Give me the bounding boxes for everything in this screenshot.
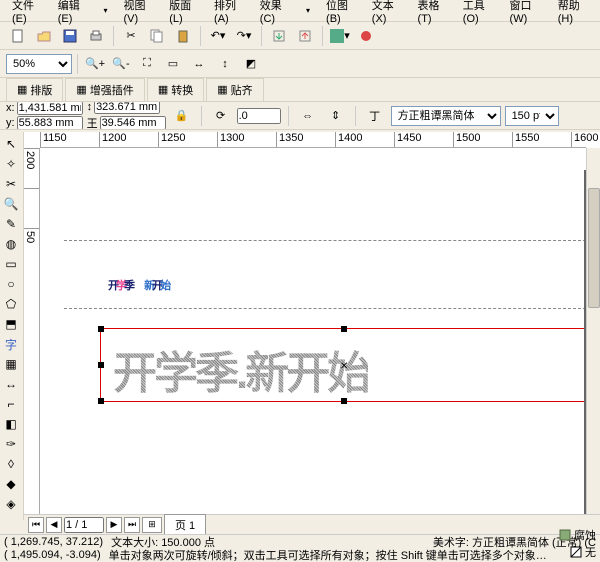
mirror-v-icon[interactable]: ⇕ — [324, 104, 348, 128]
polygon-tool-icon[interactable]: ⬠ — [0, 294, 22, 314]
zoom-in-icon[interactable]: 🔍+ — [83, 52, 107, 76]
outline-tool-icon[interactable]: ◊ — [0, 454, 22, 474]
basic-shapes-icon[interactable]: ⬒ — [0, 314, 22, 334]
zoom-toolbar: 50% 🔍+ 🔍- ⛶ ▭ ↔ ↕ ◩ — [0, 50, 600, 78]
add-page-button[interactable]: ⊞ — [142, 517, 162, 533]
pick-tool-icon[interactable]: ↖ — [0, 134, 22, 154]
zoom-height-icon[interactable]: ↕ — [213, 52, 237, 76]
property-bar: x: y: ↕ 王 🔒 ⟳ ⇔ ⇕ 丁 方正粗谭黑简体 150 pt — [0, 102, 600, 130]
rotate-input[interactable] — [237, 108, 281, 124]
menu-item[interactable]: 表格(T) — [412, 0, 453, 27]
docker-tab[interactable]: ▦转换 — [147, 78, 204, 102]
fill-tool-icon[interactable]: ◆ — [0, 474, 22, 494]
zoom-fit-icon[interactable]: ⛶ — [135, 52, 159, 76]
page-tab[interactable]: 页 1 — [164, 514, 206, 536]
mirror-h-icon[interactable]: ⇔ — [296, 104, 320, 128]
print-icon[interactable] — [84, 24, 108, 48]
text-size-info: 文本大小: 150.000 点 — [111, 536, 215, 549]
freehand-tool-icon[interactable]: ✎ — [0, 214, 22, 234]
zoom-select[interactable]: 50% — [6, 54, 72, 74]
welcome-icon[interactable] — [354, 24, 378, 48]
docker-tab[interactable]: ▦贴齐 — [206, 78, 263, 102]
paste-icon[interactable] — [171, 24, 195, 48]
text-tool-icon: 丁 — [363, 104, 387, 128]
position-controls: x: y: — [6, 102, 83, 130]
menu-bar: 文件(E)编辑(E)▾视图(V)版面(L)排列(A)效果(C)▾位图(B)文本(… — [0, 0, 600, 22]
crop-tool-icon[interactable]: ✂ — [0, 174, 22, 194]
width-input[interactable] — [94, 102, 160, 114]
outline-swatch-label[interactable]: 无 — [585, 544, 596, 560]
zoom-width-icon[interactable]: ↔ — [187, 52, 211, 76]
selection-center-icon: ✕ — [340, 361, 348, 372]
zoom-tool-icon[interactable]: 🔍 — [0, 194, 22, 214]
new-icon[interactable] — [6, 24, 30, 48]
page[interactable]: 开学季 新开始 开学季.新开始 ✕ — [64, 148, 586, 520]
cursor-pos-2: ( 1,495.094, -3.094) — [4, 549, 101, 561]
interactive-tool-icon[interactable]: ◧ — [0, 414, 22, 434]
zoom-page-icon[interactable]: ▭ — [161, 52, 185, 76]
cursor-pos: ( 1,269.745, 37.212) — [4, 536, 103, 548]
app-launcher-icon[interactable]: ▾ — [328, 24, 352, 48]
menu-item[interactable]: 窗口(W) — [504, 0, 548, 27]
ruler-horizontal: 1150120012501300135014001450150015501600 — [40, 132, 586, 148]
page-number-input[interactable] — [64, 517, 104, 533]
first-page-button[interactable]: ⏮ — [28, 517, 44, 533]
guideline[interactable] — [64, 240, 586, 241]
undo-icon[interactable]: ↶▾ — [206, 24, 230, 48]
import-icon[interactable] — [267, 24, 291, 48]
pos-x-input[interactable] — [17, 102, 83, 115]
zoom-selected-icon[interactable]: ◩ — [239, 52, 263, 76]
toolbox: ↖ ✧ ✂ 🔍 ✎ ◍ ▭ ○ ⬠ ⬒ 字 ▦ ↔ ⌐ ◧ ✑ ◊ ◆ ◈ — [0, 132, 24, 520]
selection-box[interactable]: 开学季.新开始 ✕ — [100, 328, 588, 402]
table-tool-icon[interactable]: ▦ — [0, 354, 22, 374]
dimension-tool-icon[interactable]: ↔ — [0, 374, 22, 394]
smart-fill-icon[interactable]: ◍ — [0, 234, 22, 254]
shape-tool-icon[interactable]: ✧ — [0, 154, 22, 174]
status-bar: ( 1,269.745, 37.212) 文本大小: 150.000 点 美术字… — [0, 534, 600, 562]
prev-page-button[interactable]: ◀ — [46, 517, 62, 533]
zoom-out-icon[interactable]: 🔍- — [109, 52, 133, 76]
font-select[interactable]: 方正粗谭黑简体 — [391, 106, 501, 126]
interactive-fill-icon[interactable]: ◈ — [0, 494, 22, 514]
next-page-button[interactable]: ▶ — [106, 517, 122, 533]
cut-icon[interactable]: ✂ — [119, 24, 143, 48]
menu-item[interactable]: 帮助(H) — [552, 0, 594, 27]
pos-y-input[interactable] — [17, 116, 83, 130]
guideline[interactable] — [64, 308, 586, 309]
last-page-button[interactable]: ⏭ — [124, 517, 140, 533]
height-input[interactable] — [100, 116, 166, 130]
rotate-icon: ⟳ — [209, 104, 233, 128]
menu-item[interactable]: 工具(O) — [457, 0, 500, 27]
tab-bar: ▦排版▦增强插件▦转换▦贴齐 — [0, 78, 600, 102]
save-icon[interactable] — [58, 24, 82, 48]
artistic-text-textured[interactable]: 开学季.新开始 — [113, 337, 368, 401]
size-controls: ↕ 王 — [87, 102, 166, 130]
docker-tab[interactable]: ▦增强插件 — [65, 78, 144, 102]
scrollbar-vertical[interactable] — [586, 148, 600, 520]
text-tool-icon[interactable]: 字 — [0, 334, 22, 354]
fill-swatch-label[interactable]: 腐蚀 — [574, 527, 596, 543]
open-icon[interactable] — [32, 24, 56, 48]
connector-tool-icon[interactable]: ⌐ — [0, 394, 22, 414]
eyedropper-icon[interactable]: ✑ — [0, 434, 22, 454]
redo-icon[interactable]: ↷▾ — [232, 24, 256, 48]
ellipse-tool-icon[interactable]: ○ — [0, 274, 22, 294]
artistic-text-colored[interactable]: 开学季 新开始 — [108, 246, 168, 301]
ruler-vertical: 20050 — [24, 148, 40, 520]
scroll-thumb[interactable] — [588, 188, 600, 308]
rectangle-tool-icon[interactable]: ▭ — [0, 254, 22, 274]
lock-ratio-icon[interactable]: 🔒 — [170, 104, 194, 128]
fontsize-select[interactable]: 150 pt — [505, 106, 559, 126]
canvas[interactable]: 1150120012501300135014001450150015501600… — [24, 132, 600, 520]
export-icon[interactable] — [293, 24, 317, 48]
page-navigator: ⏮ ◀ ▶ ⏭ ⊞ 页 1 — [24, 514, 600, 534]
copy-icon[interactable] — [145, 24, 169, 48]
docker-tab[interactable]: ▦排版 — [6, 78, 63, 102]
hint-text: 单击对象两次可旋转/倾斜；双击工具可选择所有对象；按住 Shift 键单击可选择… — [109, 549, 547, 562]
